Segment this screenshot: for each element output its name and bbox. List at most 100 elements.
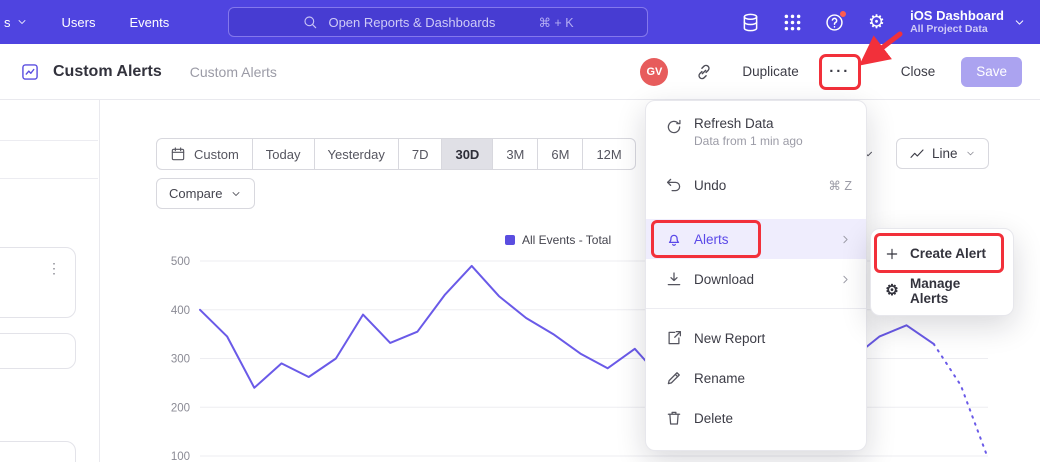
sidebar-divider — [0, 178, 98, 179]
download-icon — [665, 270, 683, 288]
global-search[interactable]: ⌘ + K — [228, 7, 648, 37]
pencil-icon — [665, 369, 683, 387]
close-button[interactable]: Close — [901, 64, 936, 79]
range-yesterday[interactable]: Yesterday — [314, 138, 399, 170]
search-icon — [302, 14, 318, 30]
custom-range-label: Custom — [194, 147, 239, 162]
avatar[interactable]: GV — [640, 58, 668, 86]
gear-icon: ⚙ — [884, 283, 900, 299]
svg-text:300: 300 — [171, 354, 190, 366]
chevron-down-icon — [16, 16, 28, 28]
sidebar-card[interactable] — [0, 441, 76, 462]
svg-text:500: 500 — [171, 256, 190, 268]
menu-item-label: Download — [694, 272, 754, 287]
menu-item-label: Undo — [694, 178, 726, 193]
svg-text:200: 200 — [171, 402, 190, 414]
top-nav: s Users Events ⌘ + K ⚙ iOS Dashboard All… — [0, 0, 1040, 44]
notification-dot — [839, 10, 847, 18]
legend-label: All Events - Total — [522, 233, 611, 247]
chart-type-button[interactable]: Line — [896, 138, 989, 169]
undo-shortcut: ⌘ Z — [828, 178, 852, 193]
chevron-right-icon — [839, 233, 852, 246]
menu-item-new-report[interactable]: New Report — [646, 318, 866, 358]
more-options-wrap: ··· — [823, 58, 857, 86]
menu-item-label: Rename — [694, 371, 745, 386]
menu-item-subtitle: Data from 1 min ago — [694, 134, 803, 148]
top-nav-right: ⚙ iOS Dashboard All Project Data — [740, 0, 1040, 44]
nav-item-events-label: Events — [129, 15, 169, 30]
sidebar-card[interactable] — [0, 333, 76, 369]
chart-legend: All Events - Total — [505, 233, 611, 247]
menu-item-alerts[interactable]: Alerts — [646, 219, 866, 259]
report-chart-icon — [20, 62, 40, 82]
range-6m[interactable]: 6M — [537, 138, 583, 170]
project-selector[interactable]: iOS Dashboard All Project Data — [910, 8, 1026, 36]
date-range-toolbar: Custom Today Yesterday 7D 30D 3M 6M 12M — [156, 138, 636, 170]
project-text: iOS Dashboard All Project Data — [910, 8, 1004, 36]
page-header: Custom Alerts Custom Alerts GV Duplicate… — [0, 44, 1040, 100]
page-header-left: Custom Alerts Custom Alerts — [20, 62, 277, 82]
save-button[interactable]: Save — [961, 57, 1022, 87]
line-chart-icon — [909, 146, 925, 162]
svg-text:400: 400 — [171, 305, 190, 317]
range-today[interactable]: Today — [252, 138, 315, 170]
breadcrumb: Custom Alerts — [190, 64, 277, 80]
menu-item-download[interactable]: Download — [646, 259, 866, 299]
trash-icon — [665, 409, 683, 427]
menu-item-delete[interactable]: Delete — [646, 398, 866, 438]
alerts-submenu: Create Alert ⚙ Manage Alerts — [870, 228, 1014, 316]
menu-divider — [646, 308, 866, 309]
menu-item-label: New Report — [694, 331, 765, 346]
compare-label: Compare — [169, 186, 222, 201]
plus-icon — [884, 246, 900, 262]
page-header-actions: GV Duplicate ··· Close Save — [640, 57, 1022, 87]
line-chart: 500 400 300 200 100 — [145, 250, 995, 462]
menu-item-text: Refresh Data Data from 1 min ago — [694, 116, 803, 148]
top-nav-left: s Users Events — [4, 0, 169, 44]
data-management-icon[interactable] — [740, 12, 761, 33]
refresh-icon — [665, 118, 683, 136]
submenu-item-label: Create Alert — [910, 246, 986, 261]
nav-item-users[interactable]: Users — [62, 15, 96, 30]
submenu-item-create-alert[interactable]: Create Alert — [871, 235, 1013, 272]
nav-item-users-label: Users — [62, 15, 96, 30]
menu-item-rename[interactable]: Rename — [646, 358, 866, 398]
menu-item-undo[interactable]: Undo ⌘ Z — [646, 165, 866, 205]
apps-grid-icon[interactable] — [782, 12, 803, 33]
undo-icon — [665, 176, 683, 194]
share-link-icon[interactable] — [694, 62, 714, 82]
menu-item-label: Refresh Data — [694, 116, 803, 131]
duplicate-button[interactable]: Duplicate — [742, 64, 798, 79]
chart-area: 500 400 300 200 100 — [145, 250, 995, 462]
range-3m[interactable]: 3M — [492, 138, 538, 170]
menu-item-label: Delete — [694, 411, 733, 426]
range-30d[interactable]: 30D — [441, 138, 493, 170]
chart-type-label: Line — [932, 146, 958, 161]
new-report-icon — [665, 329, 683, 347]
sidebar-card[interactable]: ⋮ — [0, 247, 76, 318]
svg-text:100: 100 — [171, 451, 190, 462]
custom-range-button[interactable]: Custom — [156, 138, 253, 170]
nav-item-events[interactable]: Events — [129, 15, 169, 30]
chevron-down-icon — [965, 148, 976, 159]
more-options-button[interactable]: ··· — [823, 58, 857, 86]
menu-item-label: Alerts — [694, 232, 729, 247]
submenu-item-manage-alerts[interactable]: ⚙ Manage Alerts — [871, 272, 1013, 309]
help-icon[interactable] — [824, 12, 845, 33]
range-7d[interactable]: 7D — [398, 138, 443, 170]
chevron-right-icon — [839, 273, 852, 286]
compare-button[interactable]: Compare — [156, 178, 255, 209]
settings-gear-icon[interactable]: ⚙ — [866, 12, 887, 33]
calendar-icon — [170, 146, 186, 162]
context-menu: Refresh Data Data from 1 min ago Undo ⌘ … — [645, 100, 867, 451]
page-title: Custom Alerts — [53, 63, 162, 81]
range-12m[interactable]: 12M — [582, 138, 635, 170]
search-input[interactable] — [328, 15, 528, 30]
submenu-item-label: Manage Alerts — [910, 276, 1000, 306]
kebab-menu-icon[interactable]: ⋮ — [47, 260, 61, 277]
nav-item-partial[interactable]: s — [4, 15, 28, 30]
app-page: s Users Events ⌘ + K ⚙ iOS Dashboard All… — [0, 0, 1040, 462]
menu-item-refresh-data[interactable]: Refresh Data Data from 1 min ago — [646, 111, 866, 161]
sidebar: ⋮ — [0, 100, 100, 462]
bell-icon — [665, 230, 683, 248]
